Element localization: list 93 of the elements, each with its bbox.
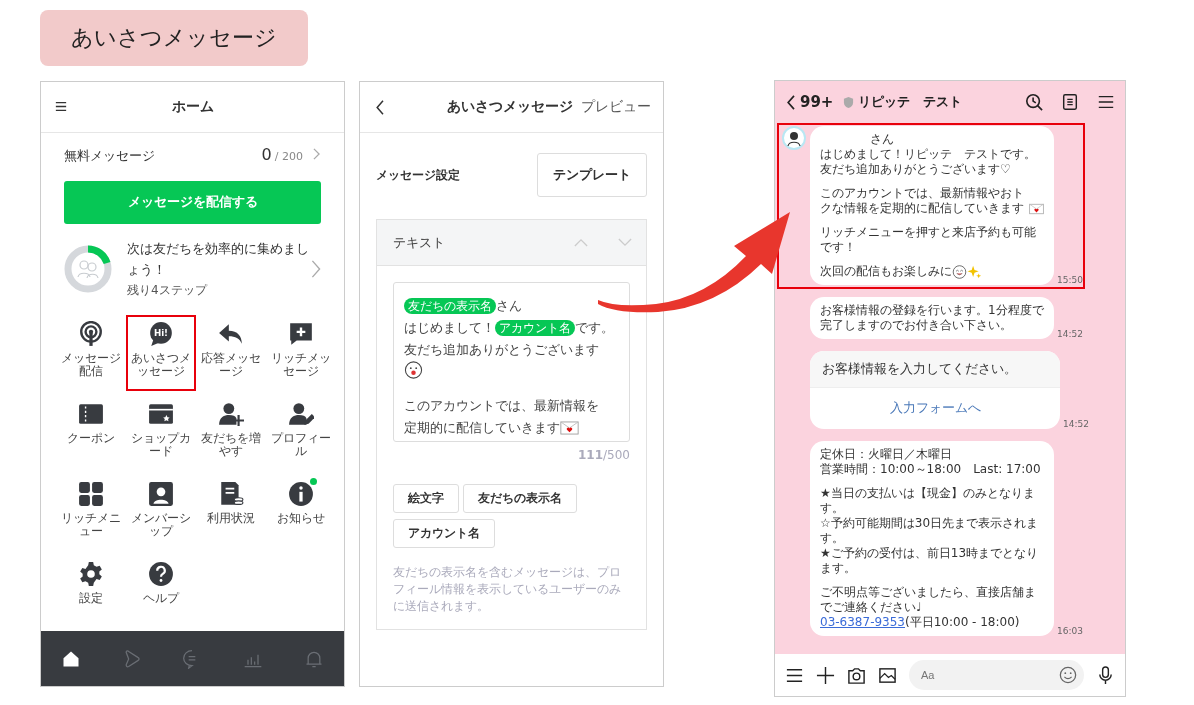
face-emoji-icon	[952, 265, 967, 279]
menu-item[interactable]: メンバーシップ	[126, 475, 196, 552]
insert-button[interactable]: 友だちの表示名	[463, 484, 577, 513]
screen-title: ホーム	[171, 97, 214, 116]
menu-icon[interactable]	[1097, 93, 1115, 111]
menu-item[interactable]: クーポン	[56, 395, 126, 472]
character-count: 111	[578, 448, 604, 462]
face-emoji-icon	[404, 361, 423, 379]
screen-title: あいさつメッセージ	[447, 98, 573, 116]
search-icon[interactable]	[1025, 93, 1043, 111]
microphone-icon[interactable]	[1096, 665, 1115, 685]
message-text: ★当日の支払いは【現金】のみとなります。	[820, 486, 1036, 516]
edit-person-icon	[288, 401, 314, 428]
section-title: あいさつメッセージ	[40, 10, 308, 66]
menu-item[interactable]: メッセージ配信	[56, 315, 126, 392]
message-text: です。	[575, 319, 614, 337]
shield-icon	[843, 95, 855, 109]
grid-icon	[78, 481, 104, 508]
settings-label: メッセージ設定	[376, 166, 461, 184]
smiley-icon[interactable]	[1059, 666, 1077, 684]
progress-message: 次は友だちを効率的に集めましょう！	[127, 240, 310, 280]
info-icon	[288, 481, 314, 508]
message-text: 次回の配信もお楽しみに	[820, 264, 952, 279]
menu-item[interactable]: 友だちを増やす	[196, 395, 266, 472]
menu-item[interactable]: ショップカード	[126, 395, 196, 472]
insert-button[interactable]: 絵文字	[393, 484, 459, 513]
speech-bubble-icon: Hi!	[148, 321, 174, 348]
settings-icon	[78, 561, 104, 588]
message-text: はじめまして！	[404, 319, 495, 337]
preview-link[interactable]: プレビュー	[581, 98, 651, 116]
avatar-icon[interactable]	[782, 126, 806, 150]
insert-button[interactable]: アカウント名	[393, 519, 495, 548]
message-time: 15:50	[1057, 275, 1083, 285]
free-message-label: 無料メッセージ	[64, 146, 156, 165]
card-title: お客様情報を入力してください。	[810, 351, 1060, 388]
character-limit: /500	[603, 448, 630, 462]
menu-item[interactable]: 設定	[56, 555, 126, 632]
person-card-icon	[148, 481, 174, 508]
section-label: テキスト	[393, 233, 446, 252]
document-icon	[218, 481, 244, 508]
menu-item[interactable]: 応答メッセージ	[196, 315, 266, 392]
message-text: (平日10:00 - 18:00)	[905, 615, 1020, 630]
camera-icon[interactable]	[847, 665, 866, 685]
message-count: 0	[261, 144, 272, 164]
progress-ring	[63, 243, 113, 294]
image-icon[interactable]	[878, 665, 897, 685]
message-text: ☆予約可能期間は30日先まで表示されます。	[820, 516, 1040, 546]
note-text: 友だちの表示名を含むメッセージは、プロフィール情報を表示しているユーザーのみに送信されます。	[393, 564, 622, 615]
message-text: お客様情報の登録を行います。1分程度で完了しますのでお付き合い下さい。	[820, 303, 1045, 333]
menu-item[interactable]: リッチメニュー	[56, 475, 126, 552]
form-link-button[interactable]: 入力フォームへ	[810, 388, 1060, 429]
message-text: 営業時間：10:00～18:00 Last: 17:00	[820, 462, 1041, 477]
message-text: 定期的に配信していきます	[404, 419, 560, 437]
back-icon[interactable]	[787, 94, 796, 110]
message-text: ご不明点等ございましたら、直接店舗までご連絡ください♩	[820, 585, 1037, 615]
message-time: 14:52	[1057, 329, 1083, 339]
message-text: リッチメニューを押すと来店予約も可能です！	[820, 225, 1037, 255]
add-person-icon	[218, 401, 244, 428]
message-limit: / 200	[274, 149, 303, 163]
message-input-field[interactable]: Aa	[909, 660, 1084, 690]
back-icon[interactable]	[376, 99, 385, 115]
message-text: このアカウントでは、最新情報やおトクな情報を定期的に配信していきます	[820, 186, 1025, 216]
remaining-steps: 残り4ステップ	[127, 282, 311, 300]
menu-item[interactable]: プロフィール	[266, 395, 336, 472]
sparkle-icon	[967, 265, 982, 279]
message-text: 定休日：火曜日／木曜日	[820, 447, 952, 462]
unread-count: 99+	[800, 93, 834, 111]
message-text: 友だち追加ありがとうございます♡	[820, 162, 1011, 177]
message-text: さん	[496, 297, 522, 315]
template-button[interactable]: テンプレート	[537, 153, 647, 197]
message-time: 16:03	[1057, 626, 1083, 636]
broadcast-icon	[78, 321, 104, 348]
message-text: 友だち追加ありがとうございます	[404, 341, 599, 359]
note-icon[interactable]	[1061, 93, 1079, 111]
placeholder-tag: 友だちの表示名	[404, 298, 496, 314]
menu-item[interactable]: お知らせ	[266, 475, 336, 552]
plus-message-icon	[288, 321, 314, 348]
message-text: はじめまして！リピッテ テストです。	[820, 147, 1036, 162]
message-time: 14:52	[1063, 419, 1089, 429]
menu-item[interactable]: リッチメッセージ	[266, 315, 336, 392]
message-text: このアカウントでは、最新情報を	[404, 397, 599, 415]
message-text: ★ご予約の受付は、前日13時までとなります。	[820, 546, 1040, 576]
menu-item[interactable]: ヘルプ	[126, 555, 196, 632]
plus-icon[interactable]	[816, 665, 835, 685]
menu-icon[interactable]	[55, 101, 67, 113]
chat-name: リピッテ テスト	[858, 93, 964, 111]
placeholder-tag: アカウント名	[495, 320, 575, 336]
menu-item[interactable]: Hi! あいさつメッセージ	[126, 315, 196, 392]
message-text-area[interactable]: 友だちの表示名 さん はじめまして！ アカウント名 です。 友だち追加ありがとうございます このアカウントでは、最新情報を 定期的に配信していきます	[393, 282, 630, 442]
phone-link[interactable]: 03-6387-9353	[820, 615, 905, 630]
message-text: さん	[870, 132, 894, 147]
menu-item[interactable]: 利用状況	[196, 475, 266, 552]
help-icon	[148, 561, 174, 588]
